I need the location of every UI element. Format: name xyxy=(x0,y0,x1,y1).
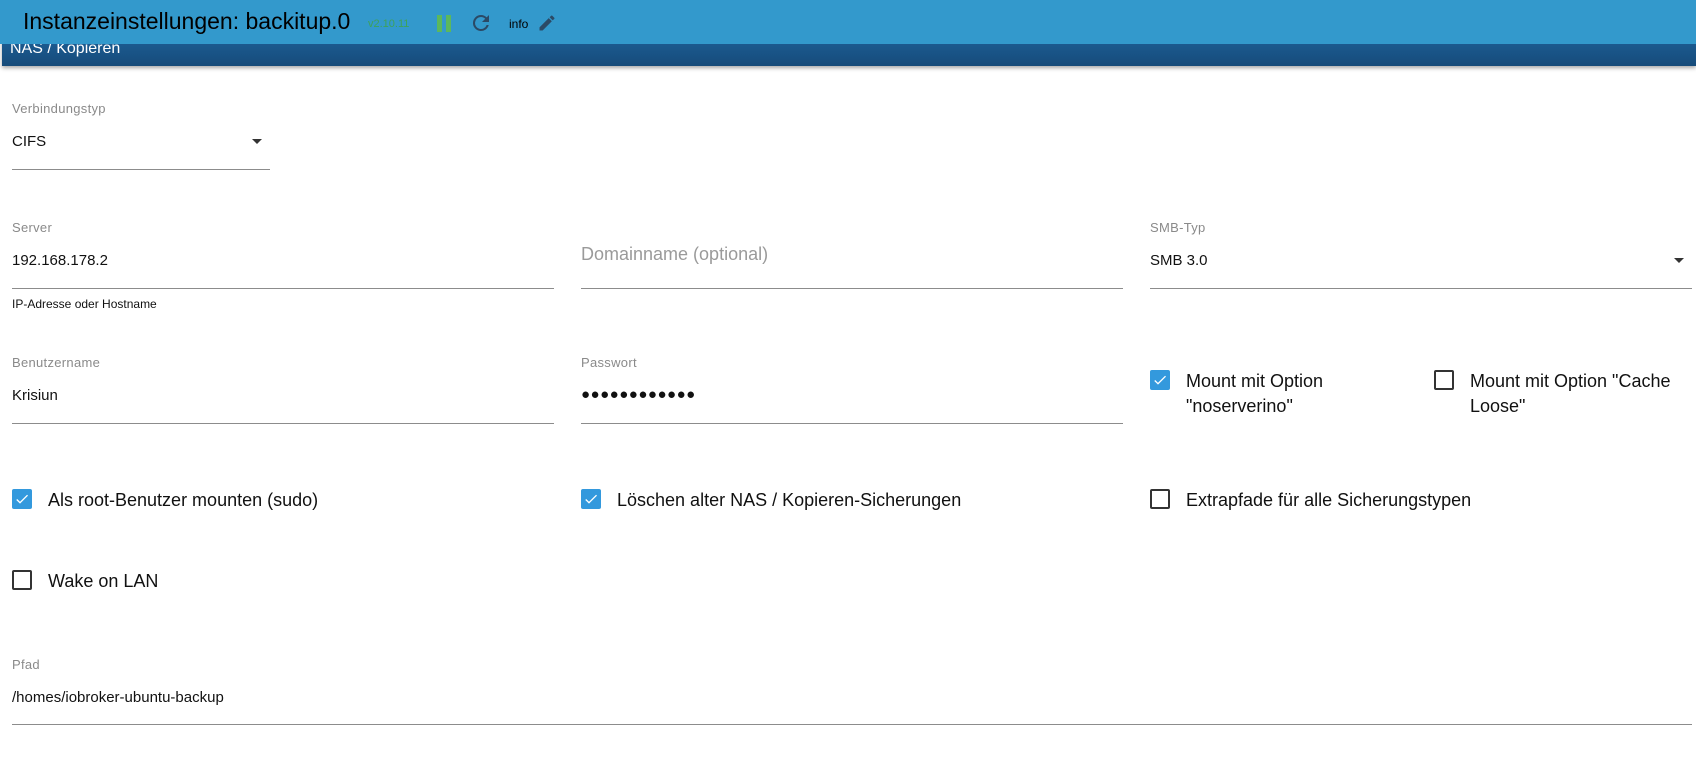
connection-type-select[interactable]: Verbindungstyp CIFS xyxy=(12,101,270,170)
caret-down-icon xyxy=(252,139,262,144)
header-bar: Instanzeinstellungen: backitup.0 v2.10.1… xyxy=(0,0,1696,44)
domain-input[interactable]: Domainname (optional) xyxy=(581,220,1123,289)
checkbox-checked xyxy=(1150,370,1170,390)
field-underline xyxy=(12,288,554,289)
extra-paths-label: Extrapfade für alle Sicherungstypen xyxy=(1186,490,1472,510)
connection-type-label: Verbindungstyp xyxy=(12,101,106,116)
info-link[interactable]: info xyxy=(509,17,528,31)
extra-paths-checkbox[interactable]: Extrapfade für alle Sicherungstypen xyxy=(1150,489,1670,515)
sudo-label: Als root-Benutzer mounten (sudo) xyxy=(48,490,319,510)
domain-placeholder: Domainname (optional) xyxy=(581,244,769,264)
field-underline xyxy=(581,288,1123,289)
noserverino-label: Mount mit Option "noserverino" xyxy=(1186,371,1324,416)
field-underline xyxy=(581,423,1123,424)
path-value: /homes/iobroker-ubuntu-backup xyxy=(12,689,224,706)
server-label: Server xyxy=(12,220,53,235)
sudo-checkbox[interactable]: Als root-Benutzer mounten (sudo) xyxy=(12,489,532,515)
checkbox-unchecked xyxy=(1150,489,1170,509)
password-label: Passwort xyxy=(581,355,637,370)
wake-on-lan-label: Wake on LAN xyxy=(48,571,159,591)
smb-type-select[interactable]: SMB-Typ SMB 3.0 xyxy=(1150,220,1692,289)
cache-loose-checkbox[interactable]: Mount mit Option "Cache Loose" xyxy=(1434,370,1696,424)
field-underline xyxy=(12,724,1692,725)
password-input[interactable]: Passwort ●●●●●●●●●●●● xyxy=(581,355,1123,424)
checkbox-checked xyxy=(581,489,601,509)
checkbox-unchecked xyxy=(1434,370,1454,390)
checkmark-icon xyxy=(16,494,28,504)
server-helper-text: IP-Adresse oder Hostname xyxy=(12,297,157,311)
path-label: Pfad xyxy=(12,657,40,672)
smb-type-value: SMB 3.0 xyxy=(1150,252,1208,269)
server-value: 192.168.178.2 xyxy=(12,252,108,269)
checkmark-icon xyxy=(585,494,597,504)
field-underline xyxy=(12,169,270,170)
field-underline xyxy=(1150,288,1692,289)
pause-bar xyxy=(446,15,451,32)
delete-old-backups-label: Löschen alter NAS / Kopieren-Sicherungen xyxy=(617,490,962,510)
instance-settings-page: Instanzeinstellungen: backitup.0 v2.10.1… xyxy=(0,0,1696,772)
connection-type-value: CIFS xyxy=(12,133,47,150)
checkbox-checked xyxy=(12,489,32,509)
pause-bar xyxy=(437,15,442,32)
username-value: Krisiun xyxy=(12,387,58,404)
noserverino-checkbox[interactable]: Mount mit Option "noserverino" xyxy=(1150,370,1406,424)
path-input[interactable]: Pfad /homes/iobroker-ubuntu-backup xyxy=(12,657,1692,725)
page-title: Instanzeinstellungen: backitup.0 xyxy=(23,8,351,34)
delete-old-backups-checkbox[interactable]: Löschen alter NAS / Kopieren-Sicherungen xyxy=(581,489,1121,515)
refresh-icon[interactable] xyxy=(469,11,493,35)
cache-loose-label: Mount mit Option "Cache Loose" xyxy=(1470,371,1671,416)
checkbox-unchecked xyxy=(12,570,32,590)
server-input[interactable]: Server 192.168.178.2 xyxy=(12,220,554,289)
checkmark-icon xyxy=(1154,375,1166,385)
field-underline xyxy=(12,423,554,424)
password-value: ●●●●●●●●●●●● xyxy=(581,386,696,403)
username-label: Benutzername xyxy=(12,355,101,370)
username-input[interactable]: Benutzername Krisiun xyxy=(12,355,554,424)
pause-icon[interactable] xyxy=(437,15,451,32)
wake-on-lan-checkbox[interactable]: Wake on LAN xyxy=(12,570,312,596)
caret-down-icon xyxy=(1674,258,1684,263)
smb-type-label: SMB-Typ xyxy=(1150,220,1206,235)
pencil-icon[interactable] xyxy=(537,13,557,33)
version-label: v2.10.11 xyxy=(368,18,410,30)
